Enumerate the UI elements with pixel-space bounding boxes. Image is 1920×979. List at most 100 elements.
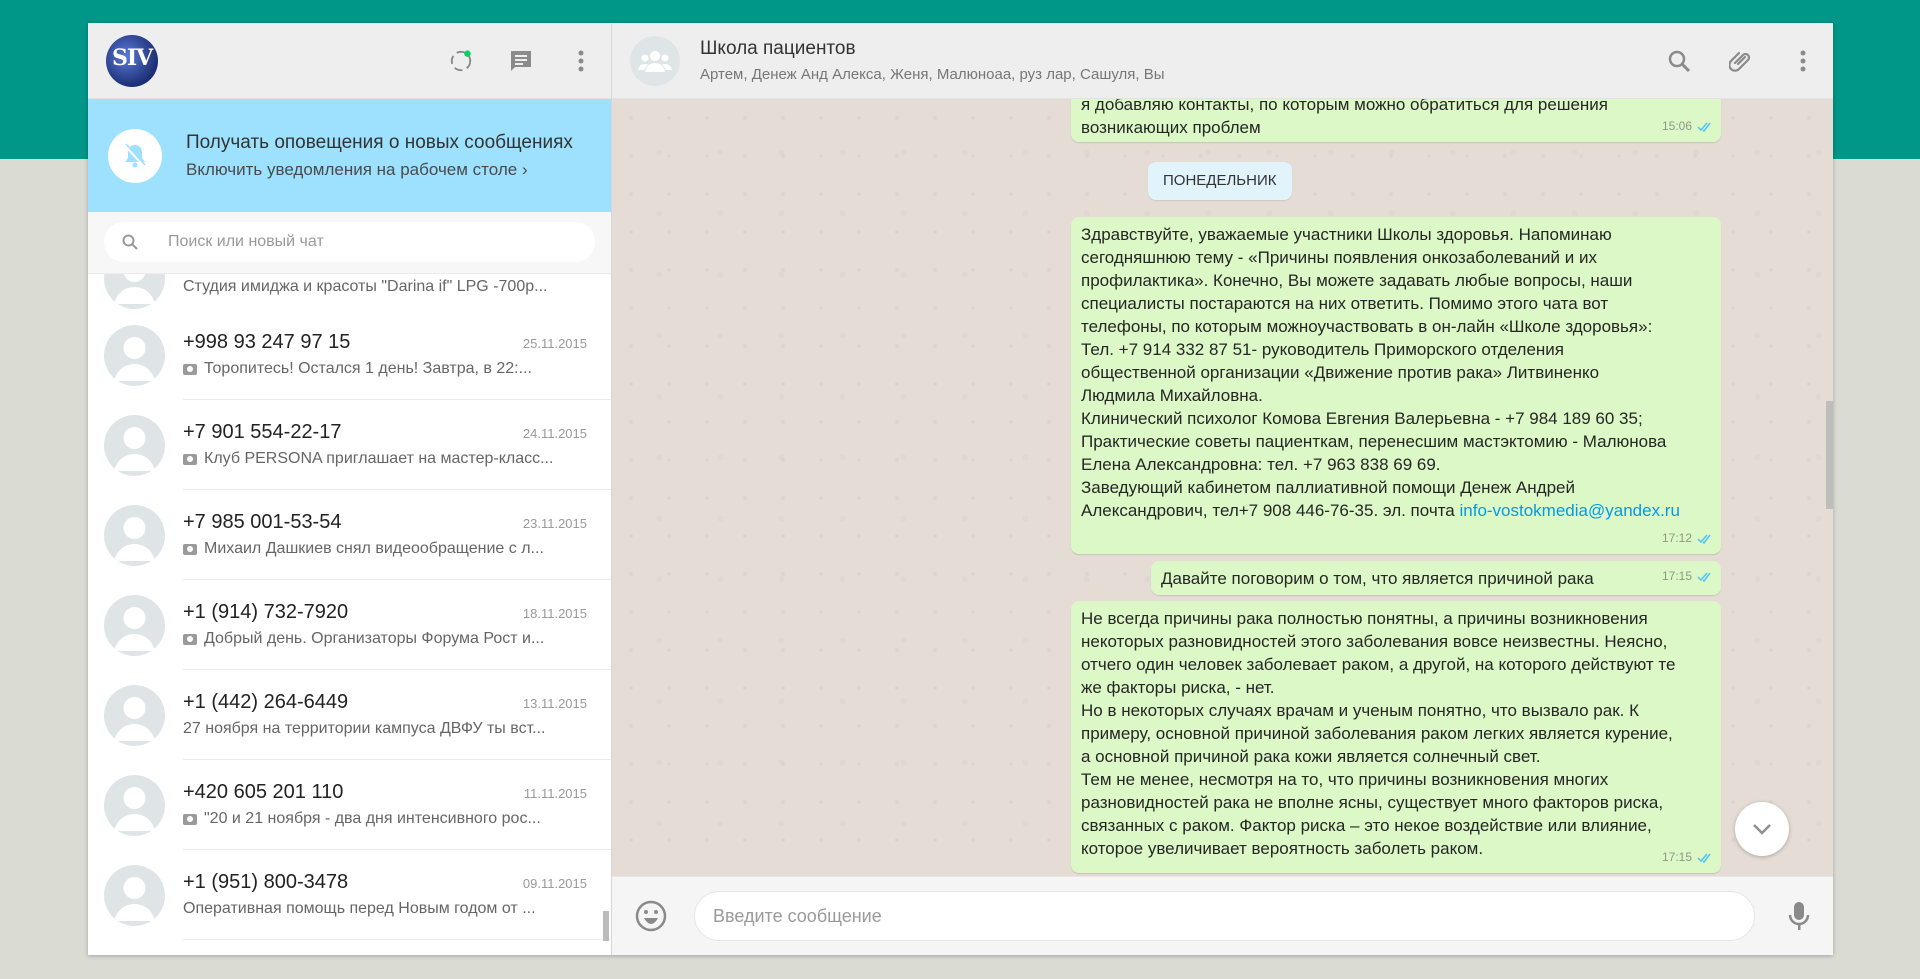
chat-list-item[interactable]: +420 605 201 110 11.11.2015 "20 и 21 ноябр… xyxy=(88,760,611,850)
message-bubble: Не всегда причины рака полностью понятны… xyxy=(1071,601,1721,873)
chat-date: 23.11.2015 xyxy=(522,516,587,531)
camera-icon xyxy=(183,453,197,465)
camera-icon xyxy=(183,633,197,645)
chat-list-item[interactable]: +1 (914) 732-7920 18.11.2015 Добрый день. … xyxy=(88,580,611,670)
message-text-line: Не всегда причины рака полностью понятны… xyxy=(1081,609,1648,628)
chat-preview-text: 27 ноября на территории кампуса ДВФУ ты … xyxy=(183,720,546,737)
chat-item-body: +1 (951) 800-3478 09.11.2015 Оперативная п… xyxy=(183,850,611,940)
conversation-title: Школа пациентов xyxy=(700,38,856,59)
chat-preview-text: Клуб PERSONA приглашает на мастер-класс.… xyxy=(204,450,554,467)
conversation-header[interactable]: Школа пациентов Артем, Денеж Анд Алекса,… xyxy=(612,23,1833,99)
chat-name: +998 93 247 97 15 xyxy=(183,331,351,353)
chat-name: +1 (914) 732-7920 xyxy=(183,601,349,623)
notification-title: Получать оповещения о новых сообщениях xyxy=(186,131,573,153)
message-bubble: Давайте поговорим о том, что является пр… xyxy=(1151,561,1721,595)
day-divider: ПОНЕДЕЛЬНИК xyxy=(1148,162,1292,200)
message-text-line: Здравствуйте, уважаемые участники Школы … xyxy=(1081,225,1612,244)
search-icon xyxy=(122,234,138,250)
contact-avatar xyxy=(104,864,165,926)
message-bubble: Здравствуйте, уважаемые участники Школы … xyxy=(1071,217,1721,554)
message-text-line: сегодняшнюю тему - «Причины появления он… xyxy=(1081,248,1597,267)
message-text-line: а основной причиной рака кожи является с… xyxy=(1081,747,1541,766)
chat-list-item[interactable]: +1 (951) 800-3478 09.11.2015 Оперативная п… xyxy=(88,850,611,940)
message-text: Давайте поговорим о том, что является пр… xyxy=(1161,569,1594,588)
notification-banner: Получать оповещения о новых сообщениях В… xyxy=(88,99,611,212)
message-input[interactable] xyxy=(694,891,1755,941)
search-box xyxy=(104,222,595,262)
chat-preview-text: Михаил Дашкиев снял видеообращение с л..… xyxy=(204,540,544,557)
contact-avatar xyxy=(104,504,165,566)
search-icon[interactable] xyxy=(1667,49,1691,73)
attach-icon[interactable] xyxy=(1729,49,1753,73)
message-text-line: профилактика». Конечно, Вы можете задава… xyxy=(1081,271,1633,290)
message-time: 17:15 xyxy=(1661,569,1692,583)
message-text-line: некоторых разновидностей этого заболеван… xyxy=(1081,632,1668,651)
camera-icon xyxy=(183,363,197,375)
contact-avatar xyxy=(104,324,165,386)
message-text-line: которое увеличивает вероятность заболеть… xyxy=(1081,839,1484,858)
message-text-line: Заведующий кабинетом паллиативной помощи… xyxy=(1081,478,1575,497)
chat-preview-text: Оперативная помощь перед Новым годом от … xyxy=(183,900,536,917)
menu-icon[interactable] xyxy=(569,49,593,73)
scroll-to-bottom-button[interactable] xyxy=(1735,802,1789,856)
contact-avatar xyxy=(104,774,165,836)
read-ticks-icon xyxy=(1697,122,1711,132)
chat-date: 09.11.2015 xyxy=(522,876,587,891)
message-meta: 15:06 xyxy=(1662,115,1713,138)
message-scrollbar[interactable] xyxy=(1826,401,1833,509)
contact-avatar xyxy=(104,594,165,656)
message-meta: 17:12 xyxy=(1662,527,1713,550)
enable-notifications-link[interactable]: Включить уведомления на рабочем столе › xyxy=(186,160,573,180)
message-time: 17:15 xyxy=(1661,850,1692,864)
chat-item-body: +420 605 201 110 11.11.2015 "20 и 21 ноябр… xyxy=(183,760,611,850)
chat-name: +1 (442) 264-6449 xyxy=(183,691,349,713)
group-avatar-icon[interactable] xyxy=(630,35,680,86)
message-text-line: Людмила Михайловна. xyxy=(1081,386,1263,405)
message-text-line: отчего один человек заболевает раком, а … xyxy=(1081,655,1676,674)
read-ticks-icon xyxy=(1697,572,1711,582)
message-text-line: общественной организации «Движение проти… xyxy=(1081,363,1600,382)
message-text-line: Клинический психолог Комова Евгения Вале… xyxy=(1081,409,1643,428)
mic-icon[interactable] xyxy=(1787,900,1811,932)
chat-date: 25.11.2015 xyxy=(522,336,587,351)
chat-list-item-partial[interactable]: Студия имиджа и красоты "Darina if" LPG … xyxy=(88,274,611,310)
contact-avatar xyxy=(104,684,165,746)
chat-list-item[interactable]: +1 (442) 264-6449 13.11.2015 27 ноября на … xyxy=(88,670,611,760)
message-text-line: возникающих проблем xyxy=(1081,118,1261,137)
message-text-line: разновидностей рака не вполне ясны, суще… xyxy=(1081,793,1664,812)
status-icon[interactable] xyxy=(449,49,473,73)
chat-name: +7 901 554-22-17 xyxy=(183,421,342,443)
chat-list-item[interactable]: +7 901 554-22-17 24.11.2015 Клуб PERSONA п… xyxy=(88,400,611,490)
message-text-line: Практические советы пациенткам, перенесш… xyxy=(1081,432,1667,451)
contact-avatar xyxy=(104,274,165,309)
chat-list-item[interactable]: +7 985 001-53-54 23.11.2015 Михаил Дашкиев… xyxy=(88,490,611,580)
sidebar: SIV Получать оповещения о новых сообщени… xyxy=(88,23,612,955)
emoji-icon[interactable] xyxy=(634,899,668,933)
message-bubble: я добавляю контакты, по которым можно об… xyxy=(1071,99,1721,142)
camera-icon xyxy=(183,813,197,825)
chat-item-body: +998 93 247 97 15 25.11.2015 Торопитесь! О… xyxy=(183,310,611,400)
chat-preview-text: "20 и 21 ноября - два дня интенсивного р… xyxy=(204,810,541,827)
new-chat-icon[interactable] xyxy=(509,49,533,73)
composer xyxy=(612,876,1833,955)
email-link[interactable]: info-vostokmedia@yandex.ru xyxy=(1459,501,1679,520)
menu-icon[interactable] xyxy=(1791,49,1815,73)
chat-item-body: +7 901 554-22-17 24.11.2015 Клуб PERSONA п… xyxy=(183,400,611,490)
sidebar-scrollbar[interactable] xyxy=(603,911,609,941)
sidebar-header: SIV xyxy=(88,23,611,99)
my-profile-avatar[interactable]: SIV xyxy=(106,34,158,87)
chat-preview: Клуб PERSONA приглашает на мастер-класс.… xyxy=(183,450,587,468)
chat-preview: Студия имиджа и красоты "Darina if" LPG … xyxy=(183,278,548,295)
whatsapp-web-window: SIV Получать оповещения о новых сообщени… xyxy=(88,23,1833,955)
read-ticks-icon xyxy=(1697,853,1711,863)
search-input[interactable] xyxy=(168,233,577,251)
chat-name: +7 985 001-53-54 xyxy=(183,511,342,533)
chat-list-item[interactable]: +998 93 247 97 15 25.11.2015 Торопитесь! О… xyxy=(88,310,611,400)
chat-list: Студия имиджа и красоты "Darina if" LPG … xyxy=(88,274,611,955)
message-text-line: Елена Александровна: тел. +7 963 838 69 … xyxy=(1081,455,1441,474)
message-time: 15:06 xyxy=(1661,119,1692,133)
chat-name: +1 (951) 800-3478 xyxy=(183,871,349,893)
chat-item-body: +1 (914) 732-7920 18.11.2015 Добрый день. … xyxy=(183,580,611,670)
chat-preview: Оперативная помощь перед Новым годом от … xyxy=(183,900,587,918)
message-area: я добавляю контакты, по которым можно об… xyxy=(612,99,1833,876)
